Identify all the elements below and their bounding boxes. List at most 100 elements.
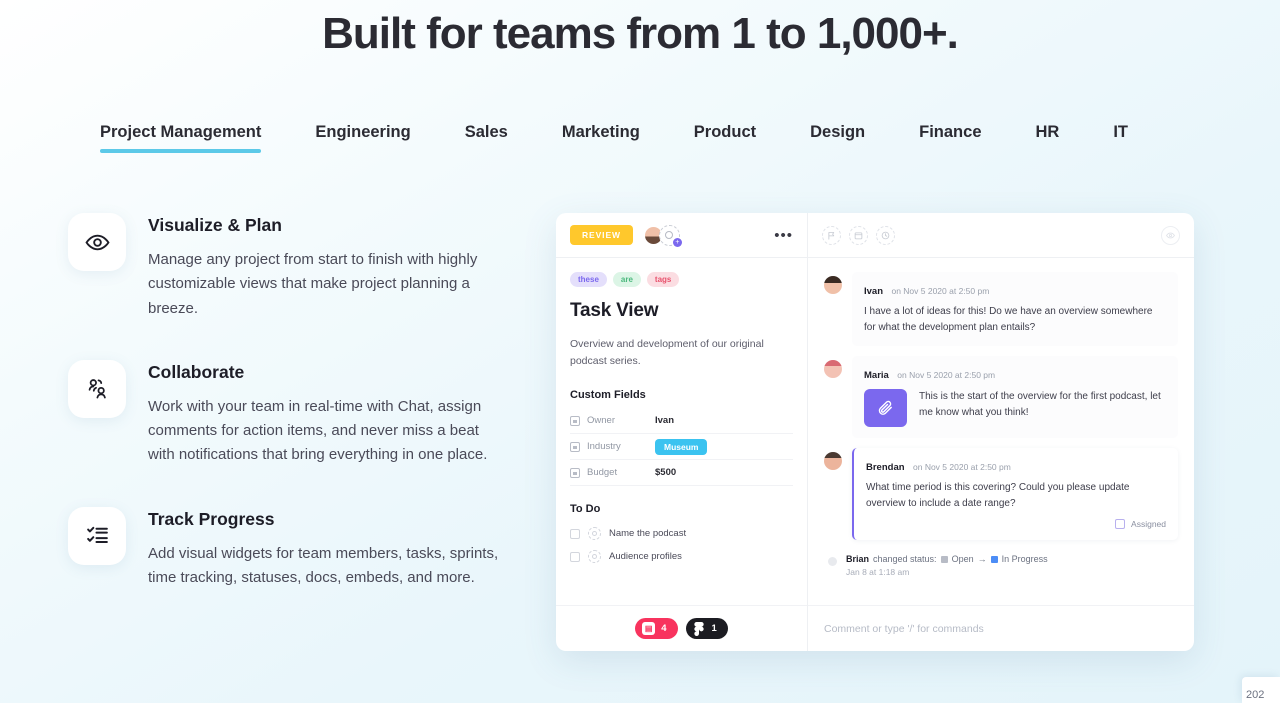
feature-description: Work with your team in real-time with Ch… <box>148 397 488 464</box>
task-body: these are tags Task View Overview and de… <box>556 258 807 605</box>
app-screenshot: REVIEW + ••• these are tags Task View Ov… <box>556 213 1194 651</box>
plus-icon: + <box>672 237 682 247</box>
attachment-count-badge[interactable]: ▤ 4 <box>635 618 678 639</box>
task-description: Overview and development of our original… <box>570 338 764 367</box>
comment-input[interactable]: Comment or type '/' for commands <box>824 623 984 635</box>
todo-label: Name the podcast <box>609 528 687 539</box>
status-from: Open <box>951 554 974 564</box>
todo-item[interactable]: Audience profiles <box>570 545 793 568</box>
field-value: $500 <box>655 467 677 478</box>
tag-tags[interactable]: tags <box>646 272 680 287</box>
clock-icon[interactable] <box>876 225 895 245</box>
paperclip-icon[interactable] <box>864 389 907 427</box>
comments-pane: Ivan on Nov 5 2020 at 2:50 pm I have a l… <box>808 213 1194 651</box>
avatar[interactable] <box>824 276 842 294</box>
field-type-icon <box>570 467 580 478</box>
todo-item[interactable]: Name the podcast <box>570 522 793 545</box>
status-inprogress-icon <box>990 555 998 563</box>
task-detail-pane: REVIEW + ••• these are tags Task View Ov… <box>556 213 808 651</box>
checkbox-icon[interactable] <box>570 551 580 562</box>
avatar[interactable] <box>824 360 842 378</box>
eye-icon <box>68 213 126 271</box>
figma-icon <box>693 621 706 636</box>
figma-count-badge[interactable]: 1 <box>685 618 728 639</box>
custom-field-owner[interactable]: Owner Ivan <box>570 408 793 434</box>
feature-description: Manage any project from start to finish … <box>148 251 478 317</box>
field-value: Museum <box>655 438 708 455</box>
tag-are[interactable]: are <box>612 272 641 287</box>
assigned-label: Assigned <box>1131 519 1166 529</box>
feature-title: Visualize & Plan <box>148 215 282 235</box>
comment-author: Brendan <box>866 462 905 473</box>
eye-icon[interactable] <box>1161 225 1180 245</box>
status-change-author: Brian <box>846 554 870 564</box>
comment-card[interactable]: Maria on Nov 5 2020 at 2:50 pm This is t… <box>852 356 1178 438</box>
comment-attachment-row: This is the start of the overview for th… <box>864 389 1166 427</box>
checkbox-icon[interactable] <box>570 528 580 539</box>
category-tabs: Project Management Engineering Sales Mar… <box>0 123 1280 153</box>
checklist-icon <box>68 506 126 565</box>
tab-marketing[interactable]: Marketing <box>562 123 640 153</box>
feature-description: Add visual widgets for team members, tas… <box>148 544 499 587</box>
image-icon: ▤ <box>642 622 656 635</box>
tab-sales[interactable]: Sales <box>465 123 508 153</box>
comment-item: Brendan on Nov 5 2020 at 2:50 pm What ti… <box>824 448 1178 540</box>
tab-hr[interactable]: HR <box>1036 123 1060 153</box>
field-label: Industry <box>587 441 621 452</box>
more-options-button[interactable]: ••• <box>774 227 793 244</box>
task-header: REVIEW + ••• <box>556 213 807 258</box>
task-footer-badges: ▤ 4 1 <box>556 605 807 651</box>
badge-count: 1 <box>711 623 717 634</box>
status-change-time: Jan 8 at 1:18 am <box>846 567 910 577</box>
comment-composer[interactable]: Comment or type '/' for commands <box>808 605 1194 651</box>
tab-project-management[interactable]: Project Management <box>100 123 262 153</box>
tab-engineering[interactable]: Engineering <box>315 123 410 153</box>
flag-icon[interactable] <box>822 225 841 245</box>
comment-timestamp: on Nov 5 2020 at 2:50 pm <box>891 286 990 296</box>
feature-visualize-plan: Visualize & Plan Manage any project from… <box>68 213 520 321</box>
comment-author: Maria <box>864 370 889 381</box>
comments-toolbar <box>808 213 1194 258</box>
tab-it[interactable]: IT <box>1113 123 1128 153</box>
calendar-icon[interactable] <box>849 225 868 245</box>
avatar[interactable] <box>824 452 842 470</box>
tag-these[interactable]: these <box>570 272 607 287</box>
feature-collaborate: Collaborate Work with your team in real-… <box>68 359 520 468</box>
tab-finance[interactable]: Finance <box>919 123 981 153</box>
person-icon <box>665 231 674 239</box>
comment-item: Maria on Nov 5 2020 at 2:50 pm This is t… <box>824 356 1178 438</box>
corner-widget[interactable]: 202 <box>1242 677 1280 703</box>
task-title: Task View <box>570 300 659 321</box>
field-label: Budget <box>587 467 618 478</box>
tab-product[interactable]: Product <box>694 123 756 153</box>
status-change-action: changed status: <box>873 554 937 564</box>
assigned-toggle[interactable]: Assigned <box>866 519 1166 529</box>
comment-card[interactable]: Ivan on Nov 5 2020 at 2:50 pm I have a l… <box>852 272 1178 346</box>
assignee-placeholder-icon[interactable] <box>588 527 601 540</box>
feature-title: Collaborate <box>148 361 245 382</box>
assignee-placeholder-icon[interactable] <box>588 550 601 563</box>
comment-timestamp: on Nov 5 2020 at 2:50 pm <box>897 370 996 380</box>
field-label: Owner <box>587 415 615 426</box>
comment-text: I have a lot of ideas for this! Do we ha… <box>864 306 1153 333</box>
comments-list: Ivan on Nov 5 2020 at 2:50 pm I have a l… <box>808 258 1194 605</box>
comment-text: What time period is this covering? Could… <box>866 482 1130 509</box>
field-type-icon <box>570 415 580 426</box>
checkbox-icon[interactable] <box>1115 519 1126 529</box>
collaborate-people-icon <box>68 359 126 418</box>
custom-fields-heading: Custom Fields <box>570 389 646 401</box>
custom-field-budget[interactable]: Budget $500 <box>570 460 793 486</box>
tab-design[interactable]: Design <box>810 123 865 153</box>
arrow-icon: → <box>977 554 987 564</box>
comment-text: This is the start of the overview for th… <box>919 391 1161 418</box>
comment-card[interactable]: Brendan on Nov 5 2020 at 2:50 pm What ti… <box>852 448 1178 540</box>
assignee-avatars: + <box>642 224 682 247</box>
status-badge[interactable]: REVIEW <box>570 225 633 245</box>
custom-field-industry[interactable]: Industry Museum <box>570 434 793 460</box>
status-change-text: Brian changed status: Open → In Progress <box>846 554 1048 564</box>
field-type-icon <box>570 441 580 452</box>
page-title: Built for teams from 1 to 1,000+. <box>322 9 959 58</box>
comment-author: Ivan <box>864 286 884 297</box>
add-assignee-button[interactable]: + <box>658 224 682 247</box>
status-to: In Progress <box>1001 554 1048 564</box>
